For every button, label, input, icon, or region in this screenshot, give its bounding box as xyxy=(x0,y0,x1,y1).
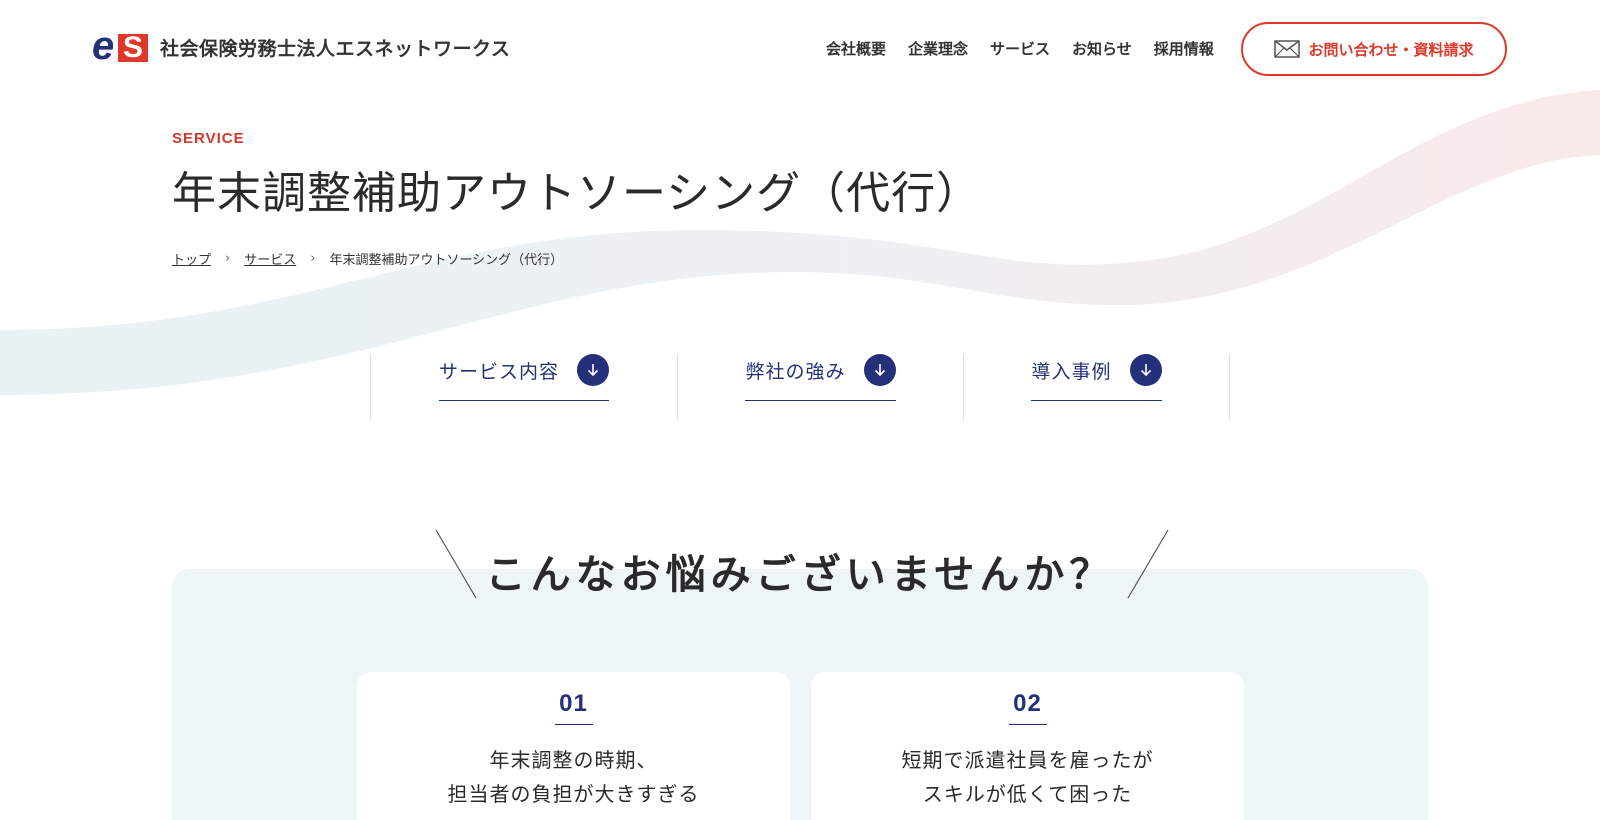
card-text-line: 年末調整の時期、 xyxy=(489,748,658,772)
nav-item-news[interactable]: お知らせ xyxy=(1072,38,1132,59)
arrow-down-icon xyxy=(1129,354,1162,386)
anchor-cell: 弊社の強み xyxy=(678,354,963,420)
breadcrumb-service[interactable]: サービス xyxy=(244,249,296,268)
site-header: e S 社会保険労務士法人エスネットワークス 会社概要 企業理念 サービス お知… xyxy=(0,0,1600,96)
contact-button-label: お問い合わせ・資料請求 xyxy=(1308,40,1474,59)
breadcrumb-top[interactable]: トップ xyxy=(172,249,211,268)
anchor-cell: サービス内容 xyxy=(371,354,677,420)
card-text-line: スキルが低くて困った xyxy=(922,782,1133,806)
breadcrumb-separator: › xyxy=(310,251,316,266)
mail-icon xyxy=(1274,40,1301,58)
anchor-label: 導入事例 xyxy=(1031,360,1112,383)
anchor-cell: 導入事例 xyxy=(964,354,1229,420)
trouble-card: 02 短期で派遣社員を雇ったが スキルが低くて困った xyxy=(811,672,1244,820)
company-name: 社会保険労務士法人エスネットワークス xyxy=(160,37,511,60)
heading-slash-right xyxy=(1127,529,1169,599)
card-text: 年末調整の時期、 担当者の負担が大きすぎる xyxy=(357,743,790,811)
breadcrumb-current: 年末調整補助アウトソーシング（代行） xyxy=(329,253,564,268)
trouble-heading: こんなお悩みございませんか？ xyxy=(430,528,1170,600)
nav-item-service[interactable]: サービス xyxy=(990,38,1050,59)
logo-letter-s: S xyxy=(118,33,148,63)
breadcrumb-separator: › xyxy=(225,251,231,266)
card-number: 02 xyxy=(1013,690,1042,717)
page-title: 年末調整補助アウトソーシング（代行） xyxy=(172,168,982,219)
trouble-title: こんなお悩みございませんか？ xyxy=(485,552,1115,598)
page-hero: SERVICE 年末調整補助アウトソーシング（代行） トップ › サービス › … xyxy=(172,130,981,268)
anchor-service-content[interactable]: サービス内容 xyxy=(438,354,609,401)
card-text: 短期で派遣社員を雇ったが スキルが低くて困った xyxy=(811,743,1244,811)
card-number-underline xyxy=(554,724,593,725)
trouble-card: 01 年末調整の時期、 担当者の負担が大きすぎる xyxy=(357,672,790,820)
card-text-line: 短期で派遣社員を雇ったが xyxy=(901,748,1154,772)
arrow-down-icon xyxy=(577,354,609,386)
site-logo[interactable]: e S 社会保険労務士法人エスネットワークス xyxy=(92,26,511,66)
nav-item-company[interactable]: 会社概要 xyxy=(826,38,886,59)
card-number-underline xyxy=(1008,724,1047,725)
anchor-case-studies[interactable]: 導入事例 xyxy=(1031,354,1162,401)
nav-item-philosophy[interactable]: 企業理念 xyxy=(908,38,968,59)
contact-button[interactable]: お問い合わせ・資料請求 xyxy=(1241,22,1507,76)
arrow-down-icon xyxy=(863,354,896,386)
anchor-strengths[interactable]: 弊社の強み xyxy=(745,354,896,401)
breadcrumb: トップ › サービス › 年末調整補助アウトソーシング（代行） xyxy=(172,249,981,268)
card-number: 01 xyxy=(559,690,588,717)
section-eyebrow: SERVICE xyxy=(172,130,245,147)
anchor-divider xyxy=(1229,354,1230,420)
anchor-label: 弊社の強み xyxy=(745,360,846,383)
nav-item-recruit[interactable]: 採用情報 xyxy=(1154,38,1214,59)
anchor-label: サービス内容 xyxy=(438,360,559,383)
card-text-line: 担当者の負担が大きすぎる xyxy=(447,782,700,806)
global-nav: 会社概要 企業理念 サービス お知らせ 採用情報 xyxy=(826,38,1214,59)
page-anchor-nav: サービス内容 弊社の強み 導入事例 xyxy=(370,354,1230,420)
logo-mark: e S xyxy=(92,26,148,66)
page: e S 社会保険労務士法人エスネットワークス 会社概要 企業理念 サービス お知… xyxy=(0,0,1600,820)
